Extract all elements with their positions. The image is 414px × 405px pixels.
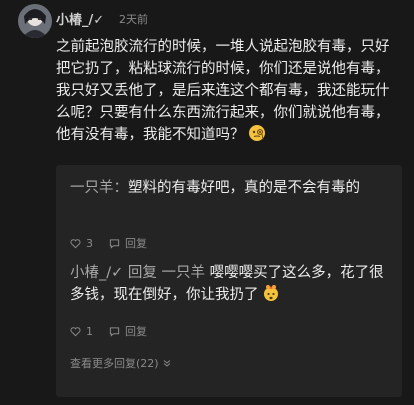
more-replies-link[interactable]: 查看更多回复(22) [70, 355, 172, 371]
avatar-image [18, 4, 52, 38]
chevron-down-icon [163, 360, 170, 367]
reply-1-like-count: 3 [86, 236, 93, 250]
reply-1-reply-button[interactable]: 回复 [109, 235, 147, 251]
comment-icon [109, 326, 120, 337]
face-with-monocle-icon [248, 124, 266, 142]
reply-2-reply-button[interactable]: 回复 [109, 323, 147, 339]
reply-1-like-button[interactable]: 3 [70, 237, 93, 250]
reply-2-reply-word: 回复 [127, 265, 157, 281]
reply-2[interactable]: 小椿_/✓ 回复 一只羊 嘤嘤嘤买了这么多，花了很多钱，现在倒好，你让我扔了 [70, 262, 388, 306]
more-replies-label: 查看更多回复(22) [70, 357, 159, 370]
reply-2-target[interactable]: 一只羊 [162, 265, 206, 281]
comment-icon [109, 238, 120, 249]
heart-icon [70, 326, 81, 336]
reply-1[interactable]: 一只羊：塑料的有毒好吧，真的是不会有毒的 [70, 177, 388, 199]
comment-time: 2天前 [119, 13, 148, 26]
reply-1-author[interactable]: 一只羊 [70, 180, 114, 196]
reply-1-separator: ： [113, 180, 129, 196]
reply-1-reply-label: 回复 [125, 237, 147, 250]
reply-2-author[interactable]: 小椿_/✓ [70, 265, 123, 281]
reply-2-like-button[interactable]: 1 [70, 325, 93, 338]
reply-2-like-count: 1 [86, 324, 93, 338]
reply-2-reply-label: 回复 [125, 325, 147, 338]
reply-1-text: 塑料的有毒好吧，真的是不会有毒的 [128, 180, 360, 196]
replies-panel: 一只羊：塑料的有毒好吧，真的是不会有毒的 3 回复 小椿_/✓ 回复 一只羊 嘤… [56, 165, 402, 397]
avatar[interactable] [18, 4, 52, 38]
comment-text: 之前起泡胶流行的时候，一堆人说起泡胶有毒，只好把它扔了，粘粘球流行的时候，你们还… [56, 39, 390, 143]
reply-1-actions: 3 回复 [70, 235, 163, 251]
comment-username[interactable]: 小椿_/✓ [56, 9, 104, 28]
exploding-head-icon [262, 284, 280, 302]
heart-icon [70, 238, 81, 248]
comment-body: 之前起泡胶流行的时候，一堆人说起泡胶有毒，只好把它扔了，粘粘球流行的时候，你们还… [56, 36, 396, 146]
comment-card: 小椿_/✓ 2天前 之前起泡胶流行的时候，一堆人说起泡胶有毒，只好把它扔了，粘粘… [0, 0, 414, 405]
reply-2-actions: 1 回复 [70, 323, 163, 339]
